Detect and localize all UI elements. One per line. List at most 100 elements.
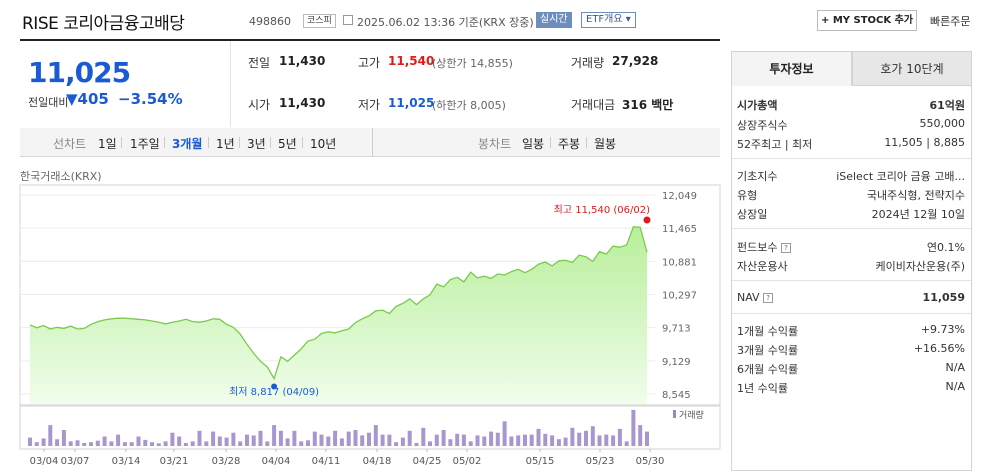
type-value: 국내주식형, 전략지수 bbox=[866, 189, 965, 202]
volume-bar bbox=[441, 430, 446, 446]
y-tick-label: 9,129 bbox=[662, 357, 691, 368]
volume-bar bbox=[333, 430, 338, 446]
volume-bar bbox=[516, 435, 521, 446]
x-tick-label: 05/23 bbox=[586, 456, 615, 467]
volume-bar bbox=[278, 430, 283, 446]
x-tick-label: 04/25 bbox=[413, 456, 442, 467]
volume-legend: 거래량 bbox=[679, 409, 704, 421]
volume-bar bbox=[353, 430, 358, 446]
return-1y-label: 1년 수익률 bbox=[737, 382, 788, 395]
x-tick-label: 03/14 bbox=[112, 456, 141, 467]
shares-label: 상장주식수 bbox=[737, 119, 788, 132]
y-tick-label: 11,465 bbox=[662, 224, 697, 235]
help-icon[interactable]: ? bbox=[780, 243, 791, 253]
tab-investment-info[interactable]: 투자정보 bbox=[731, 51, 852, 86]
volume-bar bbox=[570, 427, 575, 446]
y-tick-label: 10,297 bbox=[662, 291, 697, 302]
volume-bar bbox=[421, 427, 426, 446]
volume-bar bbox=[170, 432, 175, 446]
return-3m-label: 3개월 수익률 bbox=[737, 344, 799, 357]
x-tick-label: 03/28 bbox=[212, 456, 241, 467]
volume-bar bbox=[34, 442, 39, 446]
tab-order-book[interactable]: 호가 10단계 bbox=[852, 51, 972, 86]
volume-bar bbox=[211, 431, 216, 446]
volume-bar bbox=[509, 436, 514, 446]
nav-text: NAV bbox=[737, 291, 760, 304]
volume-bar bbox=[367, 432, 371, 446]
add-my-stock-button[interactable]: + MY STOCK 추가 bbox=[817, 10, 917, 31]
volume-bar bbox=[238, 441, 243, 446]
fund-fee-value: 연0.1% bbox=[926, 241, 965, 254]
return-1y-value: N/A bbox=[945, 380, 965, 393]
volume-bar bbox=[89, 442, 93, 446]
y-tick-label: 9,713 bbox=[662, 324, 691, 335]
volume-bar bbox=[611, 435, 616, 446]
price-chart[interactable]: 최고 11,540 (06/02) 최저 8,817 (04/09) 12,04… bbox=[0, 0, 730, 474]
volume-bar bbox=[631, 409, 636, 446]
volume-bar bbox=[306, 440, 310, 446]
shares-value: 550,000 bbox=[919, 117, 966, 130]
volume-bar bbox=[183, 443, 188, 446]
panel-divider bbox=[732, 280, 971, 281]
x-tick-label: 03/07 bbox=[61, 456, 90, 467]
volume-bar bbox=[163, 441, 168, 446]
volume-bar bbox=[414, 443, 419, 446]
base-index-value: iSelect 코리아 금융 고배... bbox=[836, 170, 965, 183]
return-1m-value: +9.73% bbox=[920, 323, 965, 336]
panel-divider bbox=[732, 158, 971, 159]
base-index-label: 기초지수 bbox=[737, 170, 778, 183]
x-tick-label: 04/11 bbox=[312, 456, 341, 467]
price-area bbox=[30, 226, 647, 404]
volume-bar bbox=[265, 441, 270, 446]
volume-bar bbox=[299, 441, 304, 446]
volume-bar bbox=[129, 442, 134, 446]
volume-bar bbox=[177, 436, 182, 446]
volume-bar bbox=[482, 436, 487, 446]
min-label: 최저 8,817 (04/09) bbox=[229, 386, 319, 398]
help-icon[interactable]: ? bbox=[763, 293, 774, 303]
asset-manager-value: 케이비자산운용(주) bbox=[875, 260, 965, 273]
y-tick-label: 10,881 bbox=[662, 257, 697, 268]
x-tick-label: 03/04 bbox=[30, 456, 59, 467]
return-6m-value: N/A bbox=[945, 361, 965, 374]
volume-bar bbox=[136, 436, 141, 446]
x-tick-label: 05/30 bbox=[636, 456, 665, 467]
volume-bar bbox=[95, 440, 100, 446]
return-3m-value: +16.56% bbox=[913, 342, 965, 355]
volume-bar bbox=[400, 437, 405, 446]
volume-bar bbox=[584, 430, 588, 446]
volume-bar bbox=[326, 436, 331, 446]
volume-bar bbox=[116, 434, 121, 446]
volume-bar bbox=[360, 435, 365, 446]
type-label: 유형 bbox=[737, 189, 758, 202]
volume-bar bbox=[434, 434, 439, 446]
panel-divider bbox=[732, 313, 971, 314]
volume-bar bbox=[217, 436, 222, 446]
x-tick-label: 05/02 bbox=[453, 456, 482, 467]
volume-bar bbox=[346, 431, 351, 446]
volume-bar bbox=[495, 432, 500, 446]
volume-bar bbox=[604, 434, 609, 446]
volume-bar bbox=[394, 442, 399, 446]
volume-bar bbox=[285, 438, 290, 446]
nav-value: 11,059 bbox=[922, 291, 965, 304]
volume-bar bbox=[68, 441, 73, 446]
volume-bar bbox=[373, 425, 378, 446]
52w-label: 52주최고 | 최저 bbox=[737, 138, 813, 151]
volume-bar bbox=[339, 438, 344, 446]
volume-bar bbox=[475, 435, 480, 446]
volume-bar bbox=[55, 439, 60, 446]
listing-date-label: 상장일 bbox=[737, 208, 768, 221]
fund-fee-label: 펀드보수 ? bbox=[737, 239, 791, 255]
return-6m-label: 6개월 수익률 bbox=[737, 363, 799, 376]
market-cap-label: 시가총액 bbox=[737, 99, 778, 112]
max-label: 최고 11,540 (06/02) bbox=[554, 204, 650, 216]
52w-value: 11,505 | 8,885 bbox=[884, 136, 965, 149]
volume-bar bbox=[577, 432, 582, 446]
quick-order-link[interactable]: 빠른주문 bbox=[930, 13, 970, 29]
market-cap-value: 61억원 bbox=[929, 99, 965, 112]
volume-bar bbox=[231, 432, 236, 446]
volume-bar bbox=[28, 437, 32, 446]
volume-bar bbox=[428, 441, 432, 446]
listing-date-value: 2024년 12월 10일 bbox=[871, 208, 965, 221]
